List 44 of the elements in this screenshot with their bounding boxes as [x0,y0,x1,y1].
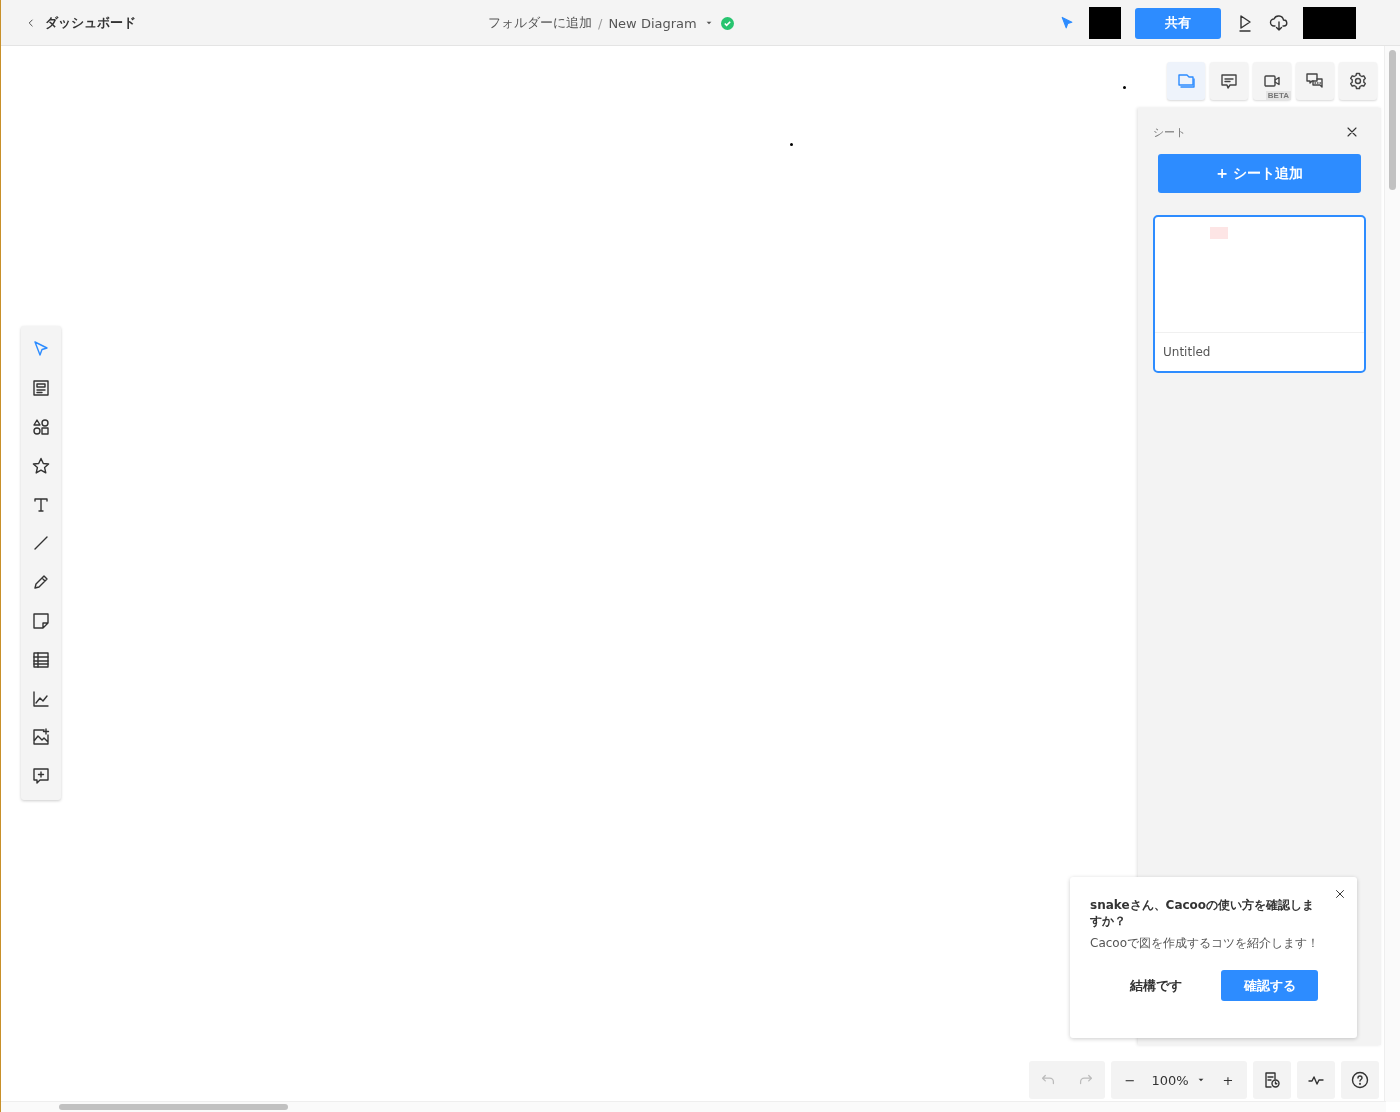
image-icon [31,727,51,748]
star-icon [31,455,51,476]
panel-title: シート [1153,124,1186,140]
sheet-thumbnail-shape [1210,227,1228,239]
sheet-card[interactable]: Untitled [1153,215,1366,373]
settings-icon [1348,71,1368,91]
help-icon [1350,1070,1370,1090]
panel-tab[interactable] [1339,62,1377,100]
back-link[interactable]: ダッシュボード [25,13,136,32]
cursor-icon [1059,15,1075,31]
popup-message: Cacooで図を作成するコツを紹介します！ [1090,935,1320,952]
dismiss-button[interactable]: 結構です [1113,970,1199,1001]
line-chart-icon [31,688,51,709]
sticky-note-icon [31,610,51,631]
zoom-in-button[interactable]: + [1209,1061,1247,1099]
document-clock-icon [1262,1070,1282,1090]
redacted-block [1089,7,1121,39]
redacted-block [1303,7,1356,39]
diagram-name[interactable]: New Diagram [608,15,697,31]
popup-title: snakeさん、Cacooの使い方を確認しますか？ [1090,897,1316,929]
comment-icon [1219,71,1239,91]
cloud-download-icon [1269,13,1289,33]
scrollbar-thumb[interactable] [59,1104,288,1110]
close-button[interactable] [1333,887,1347,901]
panel-tab[interactable]: BETA [1253,62,1291,100]
beta-badge: BETA [1265,91,1291,100]
shapes-icon [31,417,51,437]
help-button[interactable] [1341,1061,1379,1099]
pages-icon [1176,71,1196,91]
zoom-level-dropdown[interactable]: 100% [1149,1061,1209,1099]
zoom-out-button[interactable]: − [1111,1061,1149,1099]
history-button[interactable] [1253,1061,1291,1099]
breadcrumb-separator: / [598,15,603,31]
table-icon [31,649,51,670]
panel-tab[interactable] [1296,62,1334,100]
sheet-name: Untitled [1162,344,1212,361]
folder-link[interactable]: フォルダーに追加 [488,14,592,32]
document-icon [31,378,51,399]
close-icon [1333,887,1347,901]
panel-tab[interactable] [1210,62,1248,100]
canvas-dot [790,143,793,146]
canvas-dot [1123,86,1126,89]
activity-button[interactable] [1297,1061,1335,1099]
scrollbar-thumb[interactable] [1389,50,1396,190]
